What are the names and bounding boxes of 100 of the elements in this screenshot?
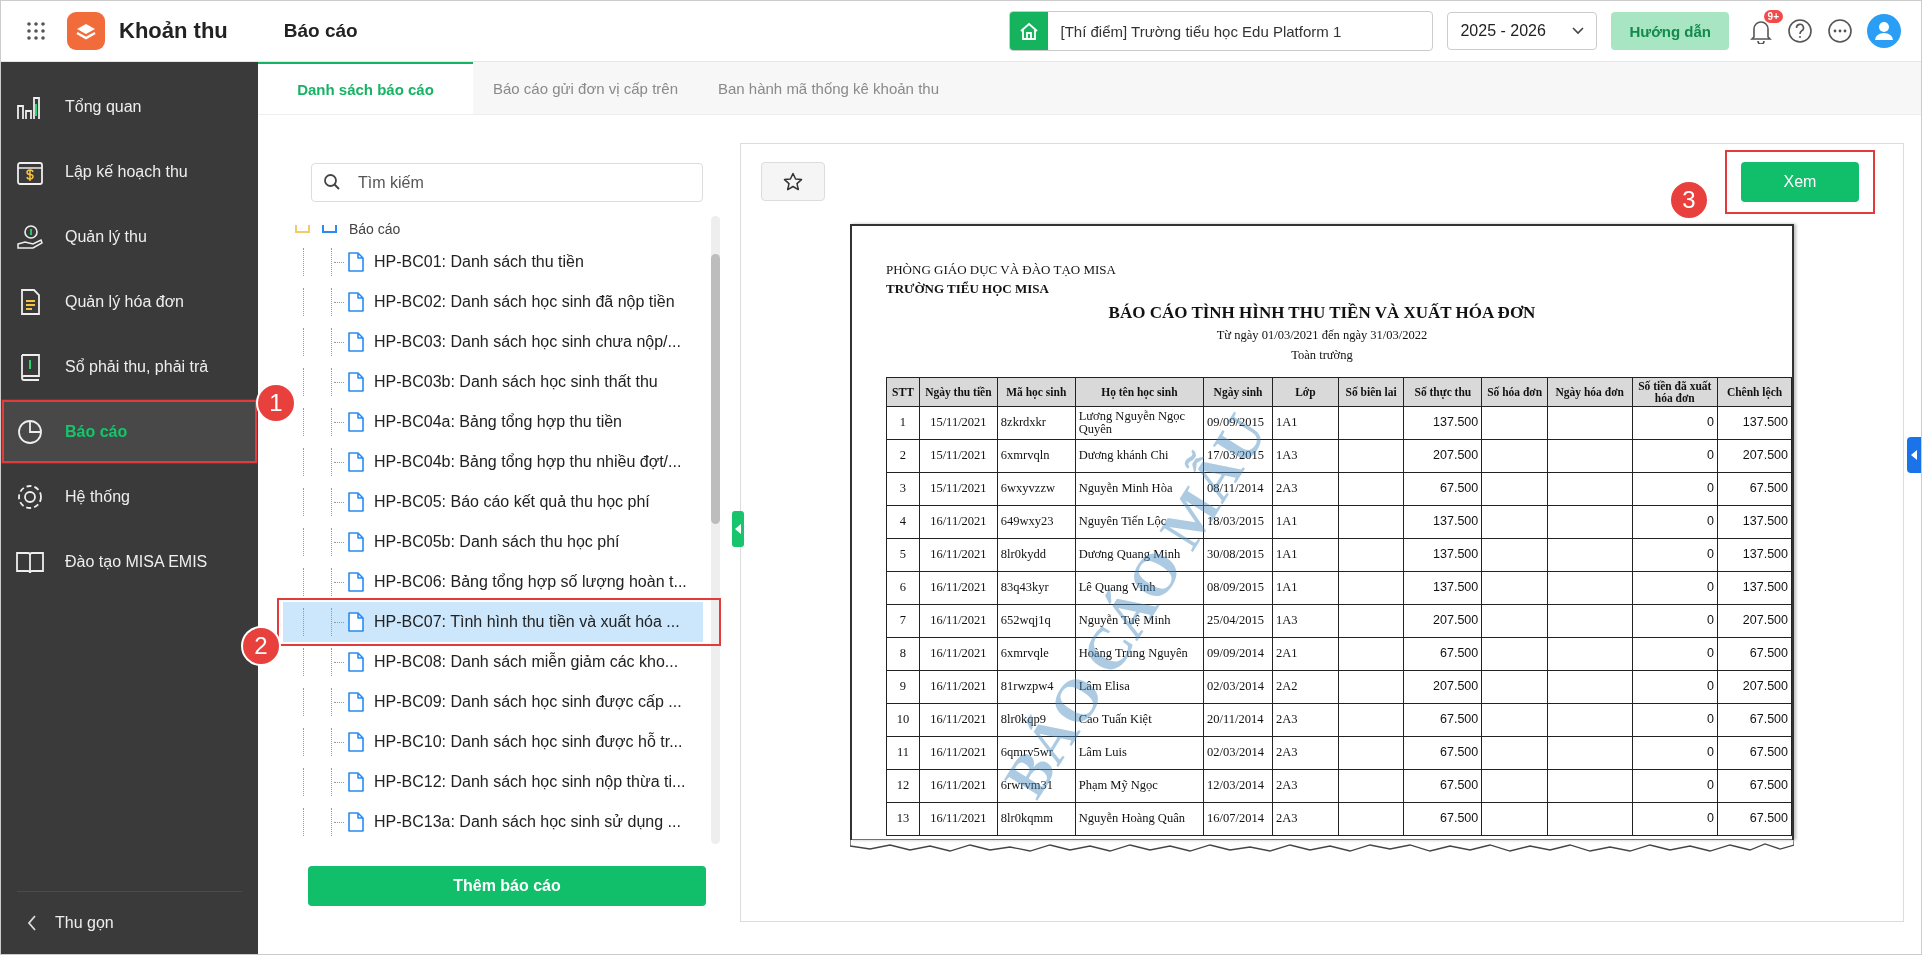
file-icon [348,532,364,552]
tree-root-label[interactable]: Báo cáo [349,221,401,237]
table-cell: 207.500 [1717,604,1792,638]
table-cell: 1A3 [1272,439,1339,473]
sidebar-item[interactable]: Lập kế hoạch thu [1,139,258,204]
table-cell: 0 [1632,736,1718,770]
file-icon [348,772,364,792]
table-cell: 649wxy23 [997,505,1076,539]
sidebar-item[interactable]: Quản lý thu [1,204,258,269]
sidebar-item[interactable]: Quản lý hóa đơn [1,269,258,334]
table-cell: 2A3 [1272,703,1339,737]
report-title: BÁO CÁO TÌNH HÌNH THU TIỀN VÀ XUẤT HÓA ĐƠN [1107,303,1537,323]
table-cell: 2 [886,439,920,473]
collapse-button[interactable]: Thu gọn [17,891,242,954]
tree-item[interactable]: HP-BC06: Bảng tổng hợp số lượng hoàn t... [283,562,703,602]
year-select[interactable]: 2025 - 2026 [1447,12,1598,50]
school-selector[interactable]: [Thí điểm] Trường tiểu học Edu Platform 1 [1009,11,1434,51]
tree-item[interactable]: HP-BC07: Tình hình thu tiền và xuất hóa ... [283,602,703,642]
table-cell: 7 [886,604,920,638]
table-cell: 0 [1632,637,1718,671]
tree-item[interactable]: HP-BC12: Danh sách học sinh nộp thừa ti... [283,762,703,802]
table-cell: 15/11/2021 [919,439,998,473]
app-grid-icon[interactable] [27,22,45,40]
step-marker: 3 [1669,180,1709,220]
caret-left-icon [1911,450,1917,460]
file-icon [348,492,364,512]
school-name: TRƯỜNG TIỂU HỌC MISA [886,281,1050,297]
file-icon [348,252,364,272]
table-cell: 652wqj1q [997,604,1076,638]
table-cell: 16/07/2014 [1203,802,1273,836]
table-cell: Nguyễn Hoàng Quân [1075,802,1204,836]
tree-item[interactable]: HP-BC01: Danh sách thu tiền [283,242,703,282]
tree-item[interactable]: HP-BC10: Danh sách học sinh được hỗ tr... [283,722,703,762]
table-cell: 16/11/2021 [919,604,998,638]
table-cell: 2A2 [1272,670,1339,704]
app-name: Khoản thu [119,18,228,44]
tree-item[interactable]: HP-BC04b: Bảng tổng hợp thu nhiều đợt/... [283,442,703,482]
avatar-icon[interactable] [1867,14,1901,48]
column-header: Số tiền đã xuất hóa đơn [1632,377,1718,407]
table-cell: 67.500 [1717,736,1792,770]
column-header: STT [886,377,920,407]
table-cell: 207.500 [1403,439,1482,473]
step-marker: 1 [256,383,296,423]
file-icon [348,332,364,352]
tree-item[interactable]: HP-BC05: Báo cáo kết quả thu học phí [283,482,703,522]
table-cell: 0 [1632,769,1718,803]
tree-item[interactable]: HP-BC13a: Danh sách học sinh sử dụng ... [283,802,703,842]
sidebar-item[interactable]: Hệ thống [1,464,258,529]
table-cell: 16/11/2021 [919,769,998,803]
table-cell: 16/11/2021 [919,670,998,704]
table-cell: 15/11/2021 [919,472,998,506]
table-cell: 67.500 [1717,637,1792,671]
table-cell: 8zkrdxkr [997,406,1076,440]
column-header: Số hóa đơn [1481,377,1548,407]
table-cell: 16/11/2021 [919,538,998,572]
search-field[interactable]: Tìm kiếm [311,163,703,202]
table-cell: 3 [886,472,920,506]
file-icon [348,612,364,632]
table-cell: 0 [1632,472,1718,506]
help-icon[interactable] [1787,18,1813,44]
search-icon [323,173,341,191]
tree-item[interactable]: HP-BC02: Danh sách học sinh đã nộp tiền [283,282,703,322]
table-cell: 09/09/2014 [1203,637,1273,671]
caret-left-icon [735,524,741,534]
file-icon [348,732,364,752]
table-cell: 0 [1632,604,1718,638]
table-cell: 0 [1632,802,1718,836]
favorite-button[interactable] [761,162,825,201]
file-icon [348,652,364,672]
sidebar-item[interactable]: Sổ phải thu, phải trả [1,334,258,399]
table-cell: 67.500 [1403,736,1482,770]
table-cell: 15/11/2021 [919,406,998,440]
table-cell: 25/04/2015 [1203,604,1273,638]
tree-item[interactable]: HP-BC09: Danh sách học sinh được cấp ... [283,682,703,722]
scrollbar[interactable] [711,254,720,524]
sidebar-item[interactable]: Tổng quan [1,74,258,139]
table-cell: 0 [1632,571,1718,605]
table-cell: 08/09/2015 [1203,571,1273,605]
panel-toggle[interactable] [732,511,744,547]
side-panel-toggle[interactable] [1907,437,1921,473]
table-cell: 1A1 [1272,538,1339,572]
table-cell: 137.500 [1403,406,1482,440]
sidebar-item[interactable]: Đào tạo MISA EMIS [1,529,258,594]
tree-item[interactable]: HP-BC08: Danh sách miễn giảm các kho... [283,642,703,682]
table-cell: 16/11/2021 [919,802,998,836]
table-cell: 67.500 [1717,703,1792,737]
table-cell: 13 [886,802,920,836]
table-cell: 0 [1632,703,1718,737]
table-cell: 2A3 [1272,472,1339,506]
more-icon[interactable] [1827,18,1853,44]
table-cell: 137.500 [1717,406,1792,440]
sidebar-item[interactable]: Báo cáo [1,399,258,464]
tree-item[interactable]: HP-BC03: Danh sách học sinh chưa nộp/... [283,322,703,362]
table-cell: 20/11/2014 [1203,703,1273,737]
table-cell: 137.500 [1403,505,1482,539]
table-cell: 16/11/2021 [919,505,998,539]
folder-icon [295,225,310,233]
tree-item[interactable]: HP-BC05b: Danh sách thu học phí [283,522,703,562]
bell-icon[interactable] [1749,18,1773,44]
table-cell: 8lr0kqmm [997,802,1076,836]
